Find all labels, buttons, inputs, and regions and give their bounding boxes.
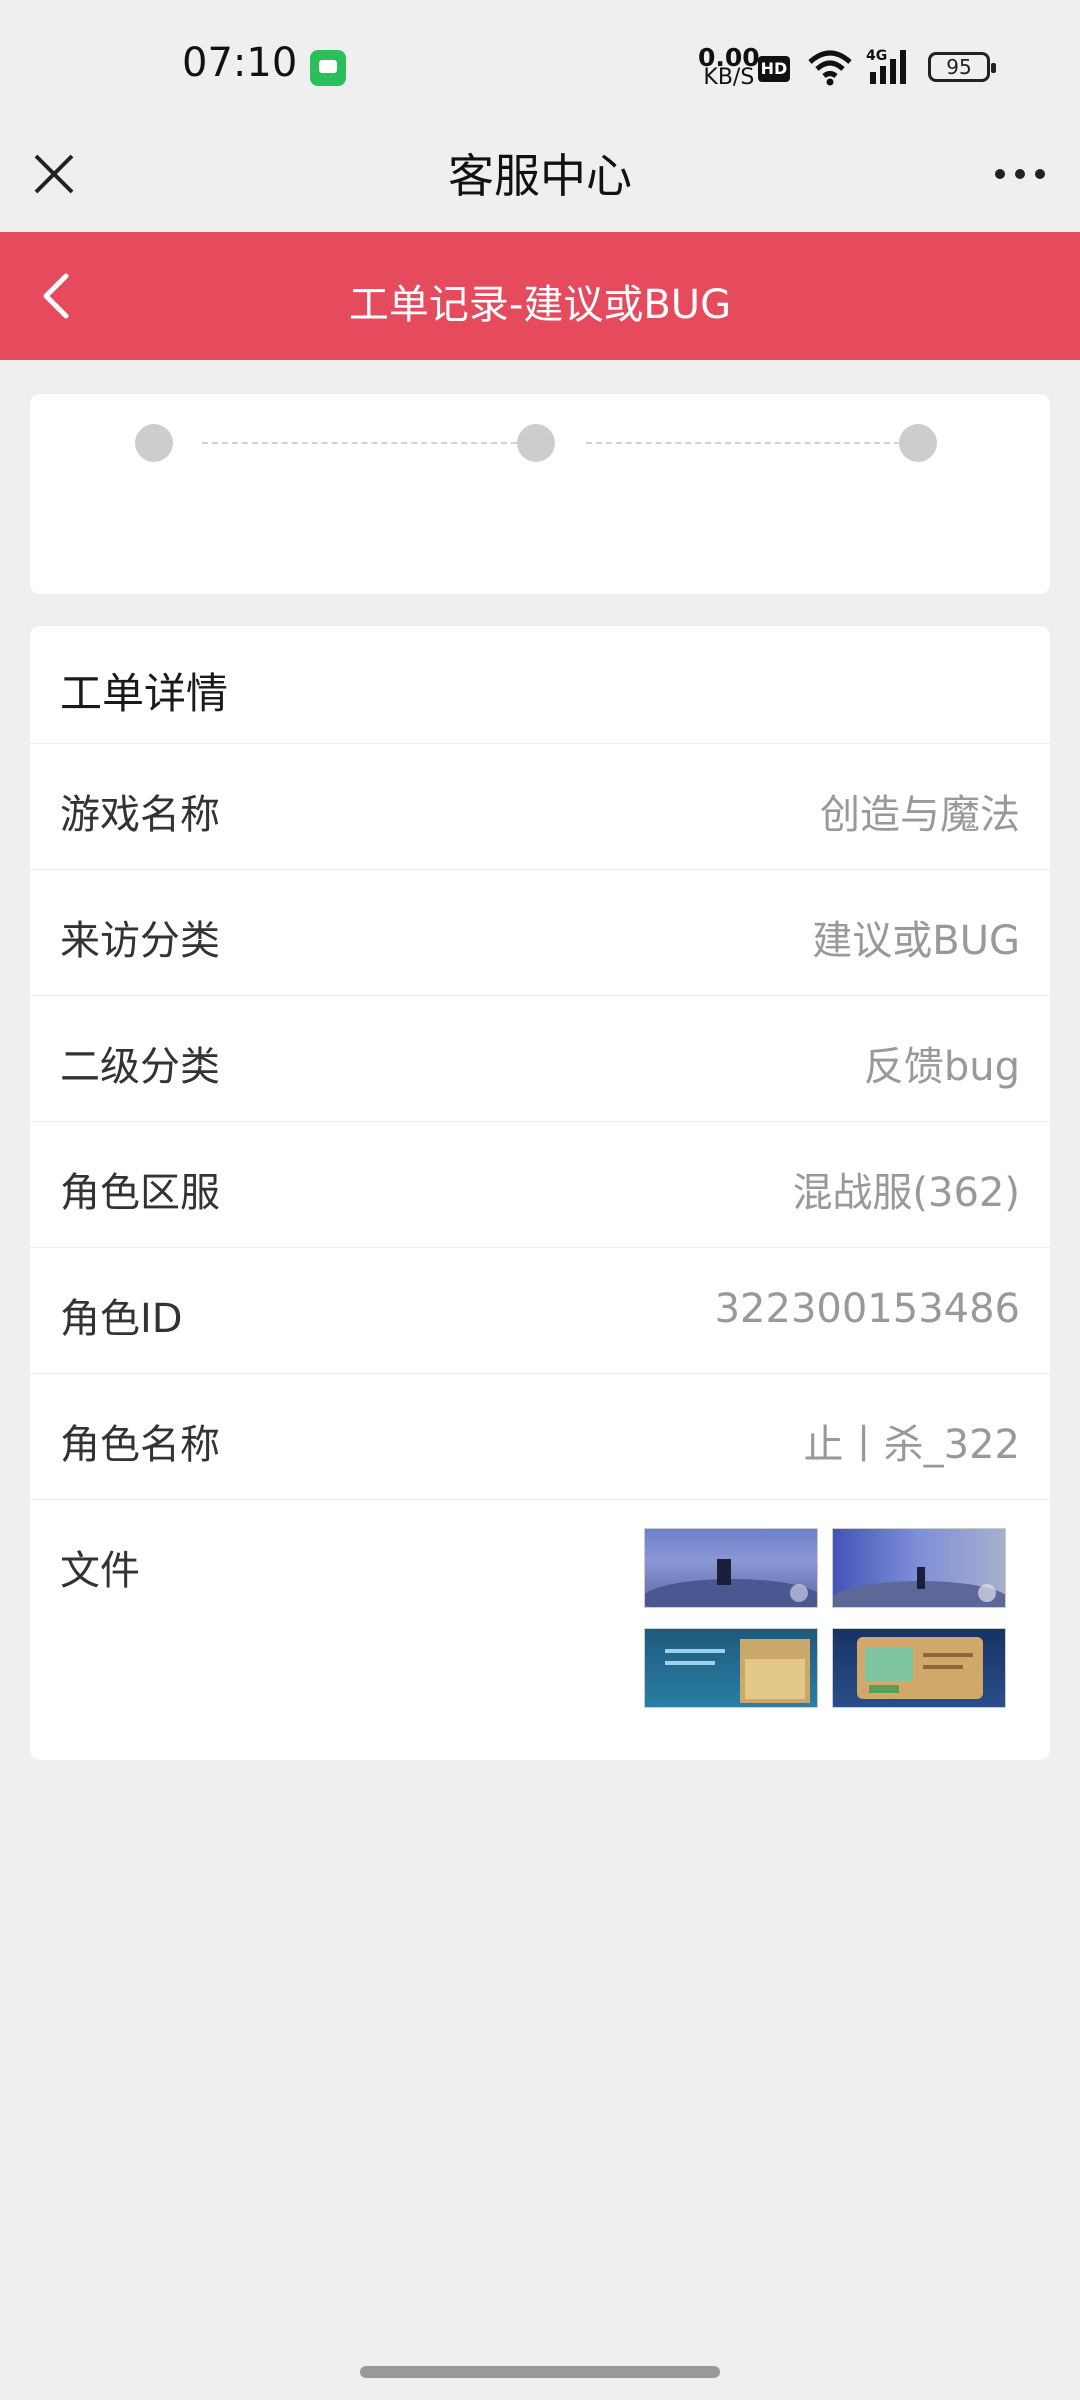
wifi-icon bbox=[808, 50, 852, 86]
step-dot-1 bbox=[135, 424, 173, 462]
detail-row-role-name: 角色名称 止丨杀_322 bbox=[30, 1373, 1050, 1500]
file-thumbnail[interactable] bbox=[832, 1528, 1006, 1608]
battery-level: 95 bbox=[946, 55, 972, 79]
files-label: 文件 bbox=[60, 1548, 140, 1594]
more-options-icon[interactable] bbox=[990, 154, 1050, 194]
battery-icon: 95 bbox=[928, 52, 996, 82]
row-value: 反馈bug bbox=[863, 1044, 1020, 1090]
status-time: 07:10 bbox=[182, 40, 298, 86]
row-value: 创造与魔法 bbox=[820, 792, 1020, 838]
row-label: 角色ID bbox=[60, 1296, 183, 1342]
row-label: 二级分类 bbox=[60, 1044, 220, 1090]
row-value: 混战服(362) bbox=[792, 1170, 1020, 1216]
step-dot-3 bbox=[899, 424, 937, 462]
net-speed-unit: KB/S bbox=[703, 65, 755, 90]
row-label: 角色区服 bbox=[60, 1170, 220, 1216]
step-connector bbox=[586, 442, 900, 444]
home-indicator[interactable] bbox=[360, 2366, 720, 2378]
hd-icon: HD bbox=[758, 56, 790, 82]
row-label: 来访分类 bbox=[60, 918, 220, 964]
section-header: 工单记录-建议或BUG bbox=[0, 232, 1080, 360]
step-dot-2 bbox=[517, 424, 555, 462]
detail-row-role-id: 角色ID 322300153486 bbox=[30, 1247, 1050, 1374]
page-title: 客服中心 bbox=[448, 149, 632, 203]
row-label: 角色名称 bbox=[60, 1422, 220, 1468]
status-bar: 07:10 0.00 KB/S HD 4G 95 bbox=[0, 0, 1080, 130]
step-connector bbox=[202, 442, 517, 444]
detail-row-subcategory: 二级分类 反馈bug bbox=[30, 995, 1050, 1122]
row-value: 建议或BUG bbox=[812, 918, 1020, 964]
title-bar: 客服中心 bbox=[0, 130, 1080, 232]
header-title: 工单记录-建议或BUG bbox=[348, 282, 732, 328]
progress-steps bbox=[30, 394, 1050, 594]
detail-row-game-name: 游戏名称 创造与魔法 bbox=[30, 743, 1050, 870]
network-speed: 0.00 KB/S bbox=[698, 45, 760, 90]
row-value: 322300153486 bbox=[714, 1286, 1020, 1332]
svg-text:4G: 4G bbox=[866, 48, 887, 64]
detail-row-category: 来访分类 建议或BUG bbox=[30, 869, 1050, 996]
file-thumbnail[interactable] bbox=[832, 1628, 1006, 1708]
detail-row-server: 角色区服 混战服(362) bbox=[30, 1121, 1050, 1248]
row-value: 止丨杀_322 bbox=[803, 1422, 1020, 1468]
message-app-icon bbox=[310, 50, 346, 86]
row-label: 游戏名称 bbox=[60, 792, 220, 838]
ticket-details-card: 工单详情 游戏名称 创造与魔法 来访分类 建议或BUG 二级分类 反馈bug 角… bbox=[30, 626, 1050, 1760]
details-heading: 工单详情 bbox=[60, 669, 229, 718]
file-thumbnail[interactable] bbox=[644, 1528, 818, 1608]
detail-row-files: 文件 bbox=[30, 1499, 1050, 1720]
signal-4g-icon: 4G bbox=[866, 48, 906, 84]
file-thumbnail[interactable] bbox=[644, 1628, 818, 1708]
